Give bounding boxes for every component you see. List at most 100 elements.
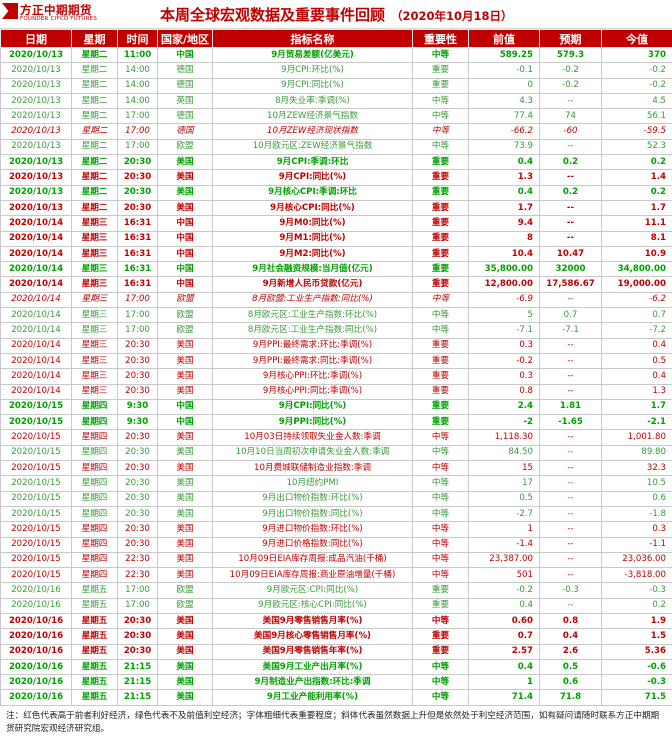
cell-indicator: 10月03日持续领取失业金人数:季调 [213,430,413,445]
cell-indicator: 10月ZEW经济景气指数 [213,109,413,124]
cell-time: 16:31 [118,262,158,277]
table-row: 2020/10/15星期四20:30美国9月进口物价指数:环比(%)中等1--0… [1,522,672,537]
cell-previous: 10.4 [469,246,540,261]
cell-region: 英国 [158,93,213,108]
cell-region: 美国 [158,644,213,659]
cell-date: 2020/10/13 [1,200,72,215]
cell-time: 17:00 [118,308,158,323]
cell-actual: 1.4 [602,170,672,185]
cell-time: 17:00 [118,139,158,154]
cell-date: 2020/10/15 [1,399,72,414]
table-row: 2020/10/15星期四20:30美国9月出口物价指数:环比(%)中等0.5-… [1,491,672,506]
cell-time: 20:30 [118,506,158,521]
cell-previous: 0.4 [469,155,540,170]
cell-time: 14:00 [118,78,158,93]
cell-region: 中国 [158,277,213,292]
cell-indicator: 9月工业产能利用率(%) [213,690,413,705]
cell-previous: 2.57 [469,644,540,659]
cell-indicator: 9月社会融资规模:当月值(亿元) [213,262,413,277]
cell-actual: 0.5 [602,353,672,368]
cell-weekday: 星期四 [72,476,118,491]
cell-previous: 17 [469,476,540,491]
cell-importance: 重要 [413,277,469,292]
cell-region: 中国 [158,231,213,246]
cell-importance: 中等 [413,552,469,567]
cell-indicator: 10月09日EIA库存周报:成品汽油(千桶) [213,552,413,567]
table-row: 2020/10/14星期三20:30美国9月PPI:最终需求:同比:季调(%)重… [1,353,672,368]
cell-region: 欧盟 [158,323,213,338]
cell-indicator: 10月欧元区:ZEW经济景气指数 [213,139,413,154]
cell-previous: 77.4 [469,109,540,124]
cell-date: 2020/10/13 [1,124,72,139]
cell-region: 德国 [158,124,213,139]
cell-importance: 中等 [413,445,469,460]
cell-previous: -66.2 [469,124,540,139]
cell-actual: 1.7 [602,399,672,414]
column-header-indicator: 指标名称 [213,30,413,48]
cell-importance: 重要 [413,369,469,384]
cell-date: 2020/10/14 [1,323,72,338]
cell-weekday: 星期四 [72,491,118,506]
cell-date: 2020/10/14 [1,353,72,368]
column-header-region: 国家/地区 [158,30,213,48]
cell-date: 2020/10/14 [1,384,72,399]
cell-importance: 重要 [413,583,469,598]
table-row: 2020/10/14星期三17:00欧盟8月欧元区:工业生产指数:环比(%)中等… [1,308,672,323]
cell-indicator: 9月进口物价指数:环比(%) [213,522,413,537]
table-row: 2020/10/15星期四20:30美国9月进口价格指数:同比(%)中等-1.4… [1,537,672,552]
cell-time: 20:30 [118,522,158,537]
cell-actual: 0.6 [602,491,672,506]
cell-actual: -0.6 [602,659,672,674]
table-row: 2020/10/16星期五20:30美国美国9月核心零售销售月率(%)重要0.7… [1,629,672,644]
cell-previous: 0.4 [469,598,540,613]
cell-weekday: 星期二 [72,200,118,215]
cell-time: 16:31 [118,216,158,231]
cell-indicator: 9月CPI:同比(%) [213,78,413,93]
cell-date: 2020/10/13 [1,109,72,124]
cell-time: 20:30 [118,200,158,215]
cell-forecast: -60 [540,124,602,139]
table-row: 2020/10/13星期二17:00欧盟10月欧元区:ZEW经济景气指数中等73… [1,139,672,154]
cell-previous: -0.1 [469,63,540,78]
cell-forecast: -- [540,430,602,445]
cell-indicator: 9月CPI:同比(%) [213,399,413,414]
cell-previous: 0.4 [469,659,540,674]
cell-forecast: -- [540,292,602,307]
cell-actual: 89.80 [602,445,672,460]
cell-time: 9:30 [118,399,158,414]
cell-indicator: 8月欧元区:工业生产指数:同比(%) [213,323,413,338]
cell-region: 中国 [158,246,213,261]
cell-date: 2020/10/15 [1,476,72,491]
cell-indicator: 9月进口价格指数:同比(%) [213,537,413,552]
cell-weekday: 星期二 [72,139,118,154]
table-row: 2020/10/14星期三16:31中国9月M1:同比(%)重要8--8.1 [1,231,672,246]
cell-time: 20:30 [118,629,158,644]
cell-indicator: 8月欧盟:工业生产指数:同比(%) [213,292,413,307]
table-row: 2020/10/16星期五17:00欧盟9月欧元区:CPI:同比(%)重要-0.… [1,583,672,598]
table-row: 2020/10/13星期二14:00德国9月CPI:环比(%)重要-0.1-0.… [1,63,672,78]
cell-forecast: 0.7 [540,308,602,323]
cell-region: 德国 [158,109,213,124]
cell-forecast: -- [540,506,602,521]
cell-date: 2020/10/16 [1,598,72,613]
cell-previous: 0.4 [469,185,540,200]
cell-importance: 中等 [413,675,469,690]
cell-previous: -2.7 [469,506,540,521]
cell-indicator: 8月失业率:季调(%) [213,93,413,108]
cell-importance: 中等 [413,308,469,323]
cell-actual: -3,818.00 [602,568,672,583]
cell-previous: 0.3 [469,369,540,384]
cell-indicator: 9月制造业产出指数:环比:季调 [213,675,413,690]
cell-date: 2020/10/15 [1,415,72,430]
table-row: 2020/10/13星期二17:00德国10月ZEW经济景气指数中等77.474… [1,109,672,124]
cell-forecast: 0.5 [540,659,602,674]
cell-date: 2020/10/15 [1,491,72,506]
cell-forecast: -7.1 [540,323,602,338]
cell-date: 2020/10/14 [1,338,72,353]
cell-importance: 中等 [413,124,469,139]
cell-time: 20:30 [118,491,158,506]
table-row: 2020/10/14星期三16:31中国9月新增人民币贷款(亿元)重要12,80… [1,277,672,292]
cell-time: 21:15 [118,659,158,674]
cell-weekday: 星期二 [72,48,118,63]
cell-forecast: -0.3 [540,583,602,598]
